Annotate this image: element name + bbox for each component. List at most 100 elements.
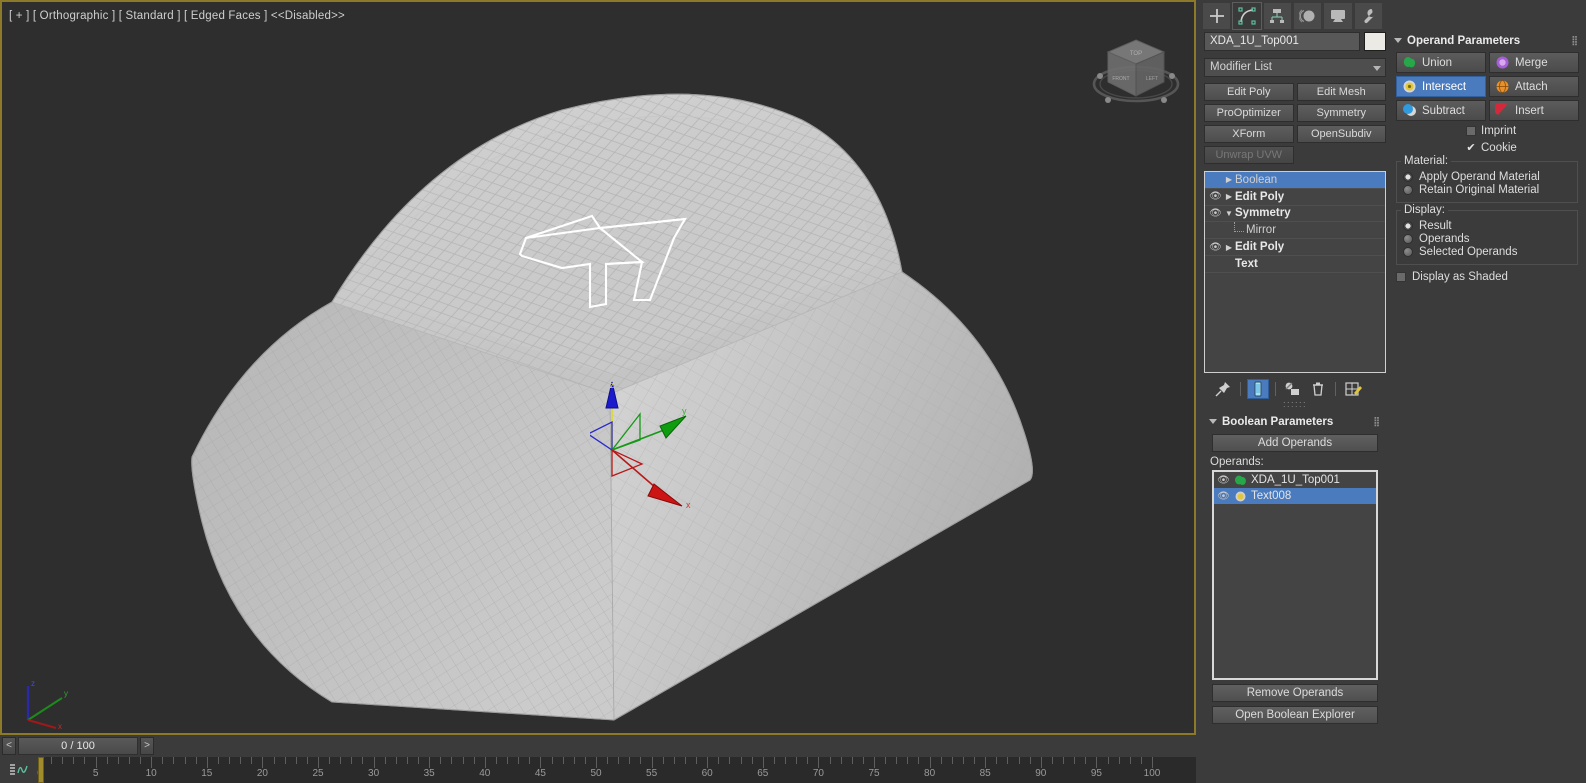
- ruler-tick-label: 90: [1035, 768, 1047, 779]
- eye-icon[interactable]: 👁: [1208, 208, 1223, 219]
- radio-icon: [1403, 234, 1413, 244]
- ruler-tick: [851, 757, 853, 764]
- viewport-active-frame[interactable]: [ + ] [ Orthographic ] [ Standard ] [ Ed…: [0, 0, 1196, 735]
- stack-item-edit-poly[interactable]: 👁 ▶ Edit Poly: [1205, 239, 1385, 256]
- perspective-viewport[interactable]: [ + ] [ Orthographic ] [ Standard ] [ Ed…: [2, 2, 1194, 733]
- modifier-button-symmetry[interactable]: Symmetry: [1296, 104, 1386, 122]
- modifier-quick-buttons: Edit Poly Edit Mesh ProOptimizer Symmetry XF…: [1204, 83, 1386, 164]
- stack-item-edit-poly[interactable]: 👁 ▶ Edit Poly: [1205, 189, 1385, 206]
- ruler-tick: [918, 757, 920, 764]
- modifier-button-prooptimizer[interactable]: ProOptimizer: [1204, 104, 1294, 122]
- object-name-field[interactable]: XDA_1U_Top001: [1204, 32, 1360, 51]
- chevron-right-icon[interactable]: ▶: [1223, 192, 1235, 201]
- stack-item-symmetry[interactable]: 👁 ▼ Symmetry: [1205, 206, 1385, 223]
- modifier-list-dropdown[interactable]: Modifier List: [1204, 58, 1386, 77]
- svg-text:LEFT: LEFT: [1146, 76, 1158, 82]
- remove-operands-button[interactable]: Remove Operands: [1212, 684, 1378, 702]
- svg-text:x: x: [58, 722, 62, 731]
- chevron-right-icon[interactable]: ▶: [1223, 175, 1235, 184]
- chevron-down-icon[interactable]: ▼: [1223, 209, 1235, 218]
- cookie-checkbox[interactable]: ✔ Cookie: [1390, 141, 1584, 155]
- rollout-grip: ::::::: [1282, 399, 1307, 409]
- operand-row[interactable]: 👁 XDA_1U_Top001: [1214, 472, 1376, 488]
- viewcube[interactable]: TOP FRONT LEFT: [1086, 24, 1186, 124]
- ruler-tick: [351, 757, 353, 764]
- radio-result[interactable]: Result: [1403, 220, 1571, 232]
- stack-item-label: Boolean: [1235, 173, 1278, 186]
- op-button-insert[interactable]: Insert: [1489, 100, 1579, 121]
- ruler-tick: [896, 757, 898, 764]
- ruler-tick: [418, 757, 420, 764]
- tab-display[interactable]: [1323, 2, 1353, 30]
- prev-frame-button[interactable]: <: [2, 737, 16, 755]
- boolean-parameters-header[interactable]: Boolean Parameters ⣿: [1204, 413, 1386, 430]
- make-unique-icon[interactable]: [1282, 379, 1304, 399]
- stack-item-boolean[interactable]: ▶ Boolean: [1205, 172, 1385, 189]
- radio-retain-original-material[interactable]: Retain Original Material: [1403, 184, 1571, 196]
- command-panel: XDA_1U_Top001 Modifier List Edit Poly Edi…: [1200, 0, 1586, 783]
- tab-hierarchy[interactable]: [1262, 2, 1292, 30]
- op-button-attach[interactable]: Attach: [1489, 76, 1579, 97]
- track-bar[interactable]: 0510152025303540455055606570758085909510…: [0, 757, 1196, 783]
- tab-motion[interactable]: [1292, 2, 1323, 30]
- remove-modifier-icon[interactable]: [1307, 379, 1329, 399]
- op-button-merge[interactable]: Merge: [1489, 52, 1579, 73]
- merge-icon: [1495, 55, 1510, 70]
- timeline-ruler[interactable]: 0510152025303540455055606570758085909510…: [37, 757, 1196, 783]
- eye-icon[interactable]: 👁: [1217, 491, 1230, 502]
- radio-selected-operands[interactable]: Selected Operands: [1403, 246, 1571, 258]
- operands-list[interactable]: 👁 XDA_1U_Top001 👁 Text008: [1212, 470, 1378, 680]
- playhead[interactable]: [38, 757, 44, 783]
- tab-create[interactable]: [1202, 2, 1232, 30]
- configure-modifier-sets-icon[interactable]: [1342, 379, 1364, 399]
- add-operands-button[interactable]: Add Operands: [1212, 434, 1378, 452]
- eye-icon[interactable]: 👁: [1208, 242, 1223, 253]
- display-as-shaded-checkbox[interactable]: Display as Shaded: [1396, 271, 1584, 283]
- stack-item-mirror[interactable]: Mirror: [1205, 222, 1385, 240]
- modifier-button-opensubdiv[interactable]: OpenSubdiv: [1296, 125, 1386, 143]
- ruler-tick-label: 85: [979, 768, 991, 779]
- op-button-union[interactable]: Union: [1396, 52, 1486, 73]
- transform-gizmo[interactable]: z y x: [590, 380, 710, 520]
- svg-text:y: y: [682, 406, 687, 416]
- rollout-drag-handle[interactable]: ⣿: [1571, 35, 1579, 46]
- tab-utilities[interactable]: [1353, 2, 1383, 30]
- operand-parameters-header[interactable]: Operand Parameters ⣿: [1390, 32, 1584, 49]
- stack-item-text[interactable]: Text: [1205, 256, 1385, 273]
- time-slider-bar[interactable]: < 0 / 100 >: [0, 735, 1196, 757]
- radio-apply-operand-material[interactable]: Apply Operand Material: [1403, 171, 1571, 183]
- insert-icon: [1494, 101, 1510, 118]
- ruler-tick: [1152, 757, 1153, 768]
- ruler-tick: [173, 757, 175, 764]
- tab-modify[interactable]: [1232, 2, 1262, 30]
- radio-operands[interactable]: Operands: [1403, 233, 1571, 245]
- op-button-subtract[interactable]: Subtract: [1396, 100, 1486, 121]
- show-end-result-icon[interactable]: [1247, 379, 1269, 399]
- chevron-right-icon[interactable]: ▶: [1223, 243, 1235, 252]
- toolbar-divider: [1335, 382, 1336, 396]
- modifier-stack[interactable]: ▶ Boolean 👁 ▶ Edit Poly 👁 ▼ Symmetry Mirror 👁 ▶ Edi…: [1204, 171, 1386, 373]
- ruler-tick-label: 50: [590, 768, 602, 779]
- op-button-intersect[interactable]: Intersect: [1396, 76, 1486, 97]
- track-view-icon[interactable]: [0, 757, 38, 783]
- ruler-tick: [206, 757, 208, 768]
- rollout-drag-handle[interactable]: ⣿: [1373, 416, 1381, 427]
- open-boolean-explorer-button[interactable]: Open Boolean Explorer: [1212, 706, 1378, 724]
- next-frame-button[interactable]: >: [140, 737, 154, 755]
- ruler-tick: [273, 757, 275, 764]
- operand-row[interactable]: 👁 Text008: [1214, 488, 1376, 504]
- viewport-label[interactable]: [ + ] [ Orthographic ] [ Standard ] [ Ed…: [9, 10, 345, 22]
- ruler-tick-label: 40: [479, 768, 491, 779]
- modifier-button-edit-poly[interactable]: Edit Poly: [1204, 83, 1294, 101]
- pin-stack-icon[interactable]: [1212, 379, 1234, 399]
- imprint-checkbox[interactable]: Imprint: [1390, 125, 1584, 137]
- object-color-swatch[interactable]: [1364, 32, 1386, 51]
- current-frame-field[interactable]: 0 / 100: [18, 737, 138, 755]
- eye-icon[interactable]: 👁: [1208, 191, 1223, 202]
- ruler-tick: [284, 757, 286, 764]
- modifier-button-xform[interactable]: XForm: [1204, 125, 1294, 143]
- eye-icon[interactable]: 👁: [1217, 475, 1230, 486]
- op-button-label: Attach: [1515, 80, 1548, 93]
- modifier-button-edit-mesh[interactable]: Edit Mesh: [1296, 83, 1386, 101]
- svg-text:z: z: [610, 380, 615, 390]
